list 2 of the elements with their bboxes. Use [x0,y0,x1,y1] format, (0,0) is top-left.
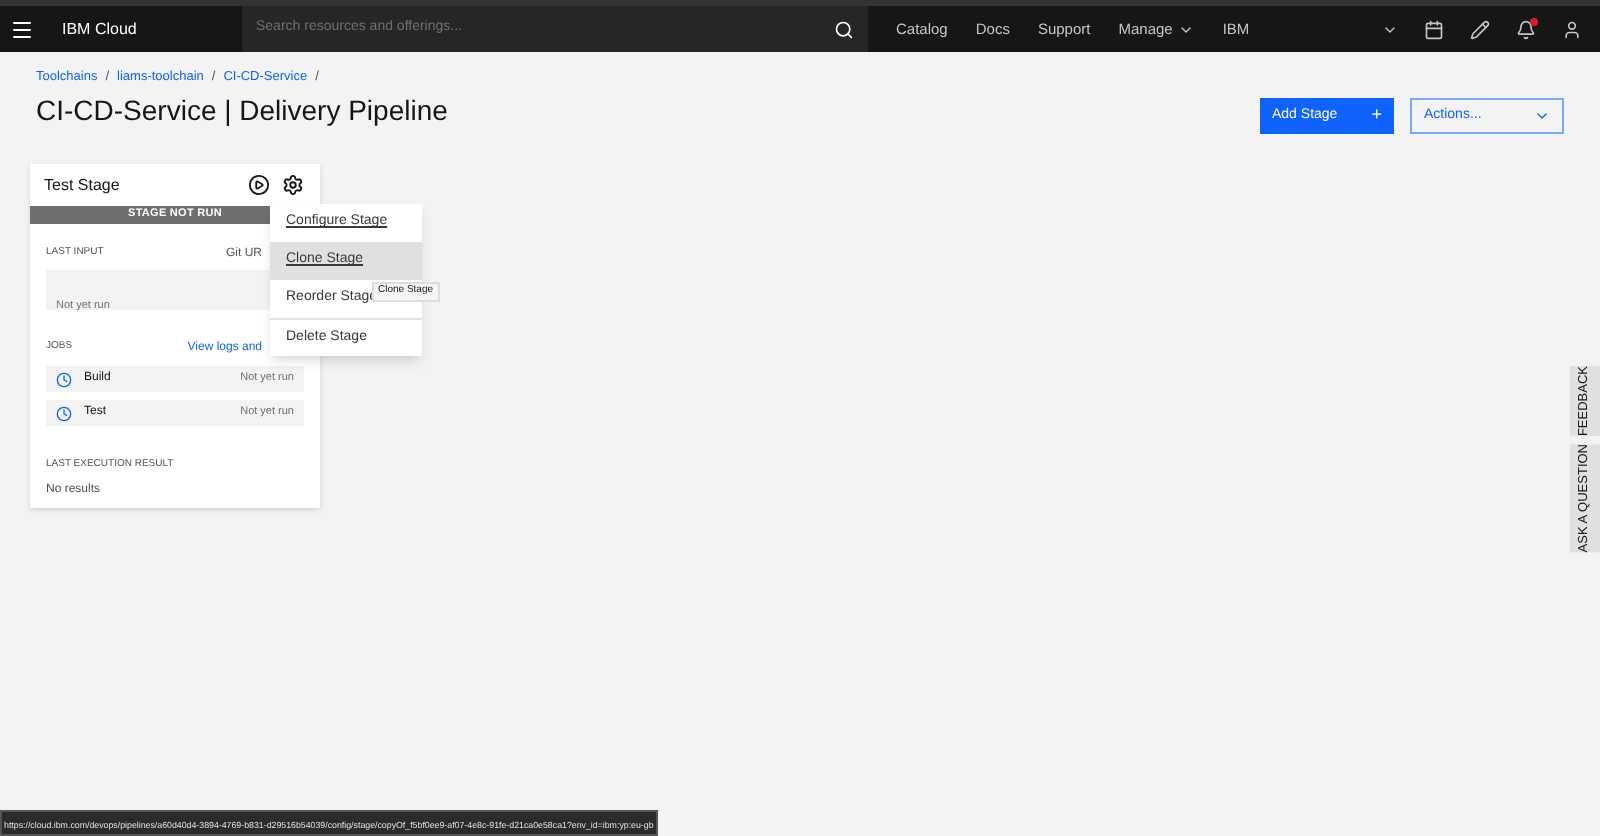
page-title: CI-CD-Service | Delivery Pipeline [36,91,448,130]
stage-name: Test Stage [44,173,120,197]
